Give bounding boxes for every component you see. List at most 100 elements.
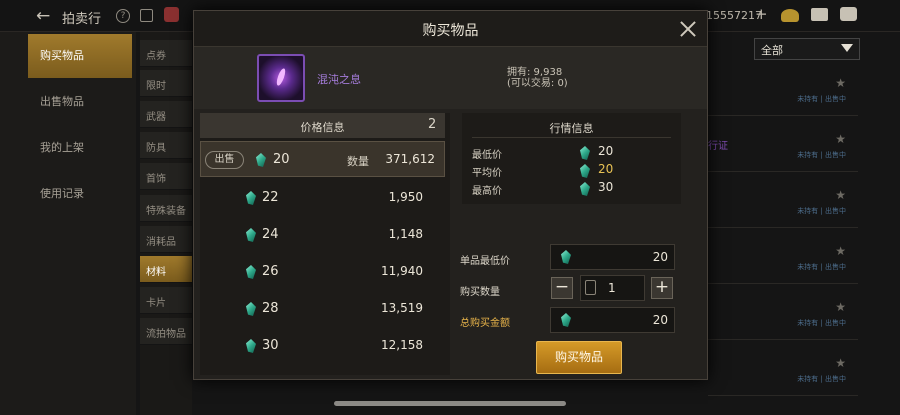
- item-name: 混沌之息: [317, 73, 361, 86]
- unit-min-price-label: 单品最低价: [460, 256, 510, 267]
- price-value: 22: [262, 190, 279, 205]
- listing-status: 未持有 | 出售中: [797, 207, 846, 215]
- star-icon[interactable]: ★: [835, 356, 846, 370]
- category-item[interactable]: 特殊装备: [140, 195, 192, 222]
- book-icon[interactable]: [140, 9, 153, 22]
- quantity-value: 11,940: [381, 264, 423, 278]
- category-item[interactable]: 防具: [140, 132, 192, 159]
- category-item[interactable]: 首饰: [140, 163, 192, 190]
- star-icon[interactable]: ★: [835, 76, 846, 90]
- page-title: 拍卖行: [62, 12, 102, 27]
- mail-icon[interactable]: [811, 8, 828, 21]
- help-icon[interactable]: ?: [116, 9, 130, 23]
- star-icon[interactable]: ★: [835, 188, 846, 202]
- price-value: 30: [262, 338, 279, 353]
- home-indicator[interactable]: [334, 401, 566, 406]
- min-price-label: 最低价: [472, 150, 502, 161]
- star-icon[interactable]: ★: [835, 300, 846, 314]
- price-row[interactable]: 22 1,950: [200, 180, 445, 216]
- price-row-selected[interactable]: 出售 20 数量 371,612: [200, 141, 445, 177]
- dialog-header: 购买物品: [194, 11, 707, 47]
- back-arrow-icon[interactable]: ←: [36, 6, 50, 26]
- category-item[interactable]: 流拍物品: [140, 318, 192, 345]
- sell-badge: 出售: [205, 151, 244, 169]
- price-row[interactable]: 30 12,158: [200, 328, 445, 364]
- dialog-title: 购买物品: [422, 23, 479, 39]
- chat-icon[interactable]: [840, 7, 857, 21]
- listing-row[interactable]: ★ 未持有 | 出售中: [708, 292, 858, 340]
- gem-icon: [561, 313, 571, 327]
- quantity-value: 1,950: [388, 190, 423, 204]
- chaos-breath-item-icon[interactable]: [257, 54, 305, 102]
- total-price-value: 20: [652, 313, 668, 327]
- price-value: 28: [262, 301, 279, 316]
- nav-item-buy[interactable]: 购买物品: [28, 34, 132, 78]
- quantity-input[interactable]: 1: [580, 275, 645, 301]
- quantity-input-value: 1: [608, 281, 616, 295]
- quantity-value: 1,148: [388, 227, 423, 241]
- market-info-title: 行情信息: [549, 122, 594, 135]
- listing-row[interactable]: ★ 未持有 | 出售中: [708, 124, 858, 172]
- max-price-label: 最高价: [472, 186, 502, 197]
- close-icon[interactable]: [680, 21, 696, 37]
- gem-icon: [256, 153, 266, 167]
- purchase-dialog: 购买物品 混沌之息 拥有: 9,938 (可以交易: 0) 价格信息 2 出售 …: [193, 10, 708, 380]
- total-price-label: 总购买金额: [460, 318, 510, 329]
- price-info-header: 价格信息 2: [200, 113, 445, 138]
- listing-status: 未持有 | 出售中: [797, 319, 846, 327]
- total-price-field: 20: [550, 307, 675, 333]
- currency-amount: 15557217: [706, 9, 762, 22]
- gem-icon: [246, 265, 256, 279]
- category-item[interactable]: 卡片: [140, 287, 192, 314]
- gem-icon: [580, 146, 590, 160]
- category-item[interactable]: 限时: [140, 70, 192, 97]
- price-row[interactable]: 28 13,519: [200, 291, 445, 327]
- decrease-quantity-button[interactable]: −: [551, 277, 573, 299]
- listing-name-fragment: 行证: [708, 141, 728, 152]
- price-value: 26: [262, 264, 279, 279]
- tradable-count: (可以交易: 0): [507, 78, 568, 89]
- category-item[interactable]: 武器: [140, 101, 192, 128]
- item-summary: 混沌之息 拥有: 9,938 (可以交易: 0): [194, 47, 707, 109]
- nav-item-sell[interactable]: 出售物品: [28, 80, 132, 124]
- owned-count: 拥有: 9,938: [507, 67, 563, 78]
- gem-icon: [580, 164, 590, 178]
- nav-item-history[interactable]: 使用记录: [28, 172, 132, 216]
- gem-icon: [580, 182, 590, 196]
- price-info-panel: 价格信息 2 出售 20 数量 371,612 22 1,950 24 1,14…: [200, 113, 450, 375]
- listing-row[interactable]: ★ 未持有 | 出售中: [708, 180, 858, 228]
- star-icon[interactable]: ★: [835, 132, 846, 146]
- caret-down-icon: [841, 44, 853, 52]
- listing-status: 未持有 | 出售中: [797, 375, 846, 383]
- divider: [472, 137, 671, 138]
- listing-row[interactable]: ★ 未持有 | 出售中: [708, 68, 858, 116]
- listing-row[interactable]: ★ 未持有 | 出售中: [708, 348, 858, 396]
- quantity-value: 371,612: [385, 152, 435, 166]
- price-info-count: 2: [428, 117, 437, 132]
- add-currency-icon[interactable]: +: [755, 5, 768, 23]
- gem-icon: [246, 191, 256, 205]
- listing-row[interactable]: ★ 未持有 | 出售中: [708, 236, 858, 284]
- nav-item-my-listings[interactable]: 我的上架: [28, 126, 132, 170]
- gem-icon: [561, 250, 571, 264]
- item-icon-glow: [275, 67, 287, 87]
- category-item-materials[interactable]: 材料: [140, 256, 192, 283]
- category-item[interactable]: 点券: [140, 40, 192, 67]
- filter-dropdown[interactable]: 全部: [754, 38, 860, 60]
- quantity-value: 12,158: [381, 338, 423, 352]
- increase-quantity-button[interactable]: +: [651, 277, 673, 299]
- gift-icon[interactable]: [164, 7, 179, 22]
- category-item[interactable]: 消耗品: [140, 226, 192, 253]
- unit-min-price-value: 20: [652, 250, 668, 264]
- unit-min-price-field: 20: [550, 244, 675, 270]
- gem-icon: [246, 302, 256, 316]
- avg-price-value: 20: [598, 162, 614, 176]
- price-value: 20: [273, 152, 290, 167]
- price-row[interactable]: 24 1,148: [200, 217, 445, 253]
- buy-item-button[interactable]: 购买物品: [536, 341, 622, 374]
- coin-icon[interactable]: [781, 9, 799, 22]
- star-icon[interactable]: ★: [835, 244, 846, 258]
- price-row[interactable]: 26 11,940: [200, 254, 445, 290]
- owned-info: 拥有: 9,938 (可以交易: 0): [507, 67, 568, 89]
- calculator-icon[interactable]: [585, 280, 596, 295]
